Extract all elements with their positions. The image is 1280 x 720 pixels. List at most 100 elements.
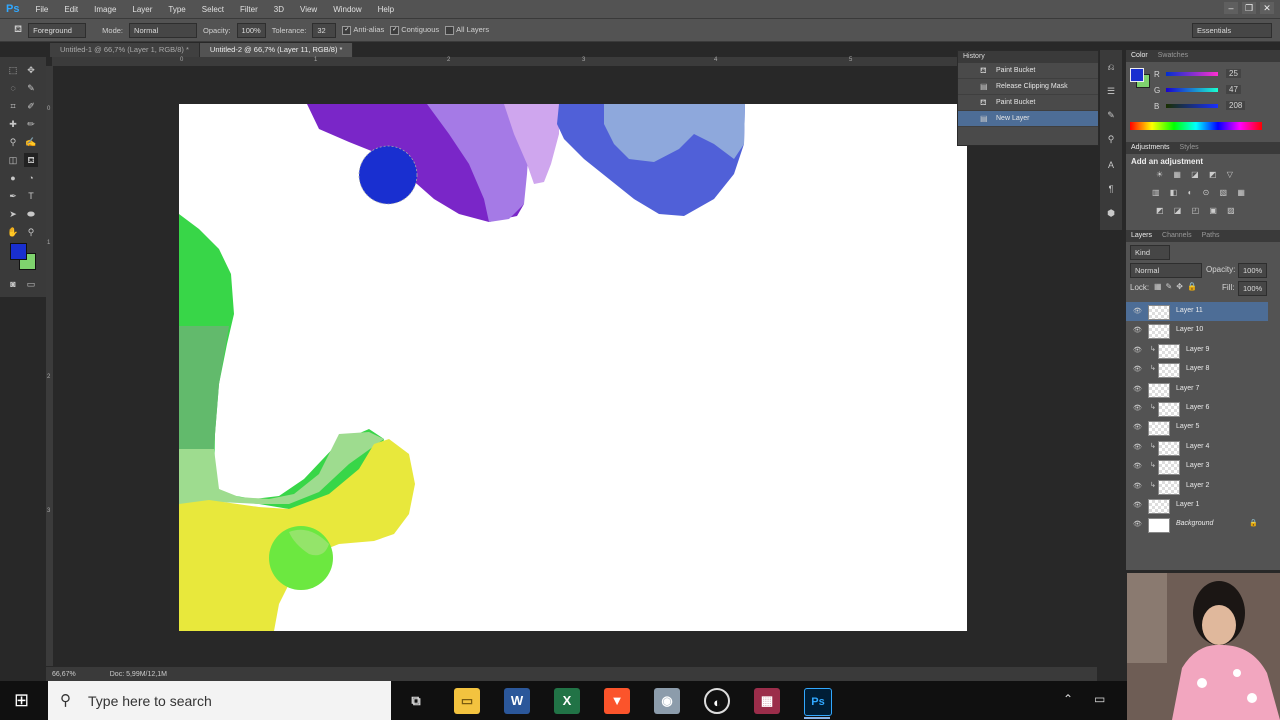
lasso-tool-icon[interactable]: ◌ xyxy=(6,81,20,95)
tab-swatches[interactable]: Swatches xyxy=(1158,50,1188,62)
b-value[interactable]: 208 xyxy=(1226,101,1246,110)
layer-name[interactable]: Layer 11 xyxy=(1176,307,1203,314)
photoshop-taskbar-icon[interactable]: Ps xyxy=(804,688,832,716)
tab-channels[interactable]: Channels xyxy=(1162,230,1192,242)
file-explorer-icon[interactable]: ▭ xyxy=(454,688,480,714)
adjustment-icons-row-2[interactable]: ▥ ◧ ◐ ⊙ ▧ ▦ xyxy=(1152,188,1262,198)
visibility-eye-icon[interactable]: 👁 xyxy=(1133,365,1142,373)
layer-name[interactable]: Layer 10 xyxy=(1176,326,1203,333)
history-item[interactable]: ▤ New Layer xyxy=(958,111,1098,127)
taskbar-search[interactable]: ⚲ Type here to search xyxy=(48,681,391,720)
layer-filter-kind[interactable]: Kind xyxy=(1130,245,1170,260)
layer-row[interactable]: 👁 Layer 5 xyxy=(1126,418,1268,437)
layer-name[interactable]: Layer 4 xyxy=(1186,443,1209,450)
visibility-eye-icon[interactable]: 👁 xyxy=(1133,501,1142,509)
quick-mask-icon[interactable]: ◙ xyxy=(6,277,20,291)
zoom-tool-icon[interactable]: ⚲ xyxy=(24,225,38,239)
crop-tool-icon[interactable]: ⌗ xyxy=(6,99,20,113)
history-item[interactable]: ▤ Release Clipping Mask xyxy=(958,79,1098,95)
history-icon[interactable]: ⎌ xyxy=(1104,60,1118,74)
menu-3d[interactable]: 3D xyxy=(266,5,292,14)
tab-paths[interactable]: Paths xyxy=(1202,230,1220,242)
eyedropper-tool-icon[interactable]: ✐ xyxy=(24,99,38,113)
visibility-eye-icon[interactable]: 👁 xyxy=(1133,385,1142,393)
menu-layer[interactable]: Layer xyxy=(124,5,160,14)
tab-untitled-2[interactable]: Untitled-2 @ 66,7% (Layer 11, RGB/8) * xyxy=(199,43,354,57)
layer-row[interactable]: 👁 ↳ Layer 2 xyxy=(1126,477,1268,496)
history-item[interactable]: ⛾ Paint Bucket xyxy=(958,95,1098,111)
layer-row[interactable]: 👁 ↳ Layer 9 xyxy=(1126,341,1268,360)
layer-row[interactable]: 👁 Layer 7 xyxy=(1126,380,1268,399)
layer-row[interactable]: 👁 Layer 11 xyxy=(1126,302,1268,321)
visibility-eye-icon[interactable]: 👁 xyxy=(1133,520,1142,528)
mode-dropdown[interactable]: Normal xyxy=(129,22,198,38)
menu-help[interactable]: Help xyxy=(370,5,402,14)
menu-window[interactable]: Window xyxy=(325,5,369,14)
properties-icon[interactable]: ☰ xyxy=(1104,84,1118,98)
windows-start-icon[interactable]: ⊞ xyxy=(14,689,36,711)
layer-row[interactable]: 👁 Layer 1 xyxy=(1126,496,1268,515)
shape-tool-icon[interactable]: ⬬ xyxy=(24,207,38,221)
clone-stamp-tool-icon[interactable]: ⚲ xyxy=(6,135,20,149)
app-icon[interactable]: ◉ xyxy=(654,688,680,714)
visibility-eye-icon[interactable]: 👁 xyxy=(1133,307,1142,315)
workspace-dropdown[interactable]: Essentials xyxy=(1192,22,1272,38)
3d-icon[interactable]: ⬢ xyxy=(1104,206,1118,220)
brave-icon[interactable]: ▼ xyxy=(604,688,630,714)
menu-view[interactable]: View xyxy=(292,5,325,14)
restore-icon[interactable]: ❐ xyxy=(1242,2,1256,14)
layer-name[interactable]: Layer 8 xyxy=(1186,365,1209,372)
menu-edit[interactable]: Edit xyxy=(56,5,86,14)
tab-styles[interactable]: Styles xyxy=(1180,142,1199,154)
quick-select-tool-icon[interactable]: ✎ xyxy=(24,81,38,95)
visibility-eye-icon[interactable]: 👁 xyxy=(1133,443,1142,451)
layer-name[interactable]: Layer 9 xyxy=(1186,346,1209,353)
blend-mode-dropdown[interactable]: Normal xyxy=(1130,263,1202,278)
visibility-eye-icon[interactable]: 👁 xyxy=(1133,346,1142,354)
screen-mode-icon[interactable]: ▭ xyxy=(24,277,38,291)
task-view-icon[interactable]: ⧉ xyxy=(403,688,429,714)
battery-icon[interactable]: ▭ xyxy=(1094,692,1105,706)
green-slider[interactable] xyxy=(1166,88,1218,92)
winrar-icon[interactable]: ▦ xyxy=(754,688,780,714)
type-tool-icon[interactable]: T xyxy=(24,189,38,203)
menu-select[interactable]: Select xyxy=(194,5,232,14)
history-brush-tool-icon[interactable]: ✍ xyxy=(24,135,38,149)
layer-name[interactable]: Layer 5 xyxy=(1176,423,1199,430)
paint-bucket-tool-icon[interactable]: ⛾ xyxy=(24,153,38,167)
foreground-color-swatch[interactable] xyxy=(10,243,27,260)
brush-preset-icon[interactable]: ✎ xyxy=(1104,108,1118,122)
layer-opacity-field[interactable]: 100% xyxy=(1238,263,1268,278)
healing-tool-icon[interactable]: ✚ xyxy=(6,117,20,131)
visibility-eye-icon[interactable]: 👁 xyxy=(1133,482,1142,490)
menu-type[interactable]: Type xyxy=(160,5,193,14)
word-icon[interactable]: W xyxy=(504,688,530,714)
r-value[interactable]: 25 xyxy=(1226,69,1241,78)
zoom-level[interactable]: 66,67% xyxy=(52,671,76,678)
character-icon[interactable]: A xyxy=(1104,158,1118,172)
fill-field[interactable]: 100% xyxy=(1238,281,1268,296)
layer-row[interactable]: 👁 ↳ Layer 3 xyxy=(1126,457,1268,476)
color-spectrum[interactable] xyxy=(1130,122,1262,130)
document-canvas[interactable] xyxy=(179,104,967,631)
eraser-tool-icon[interactable]: ◫ xyxy=(6,153,20,167)
layer-row[interactable]: 👁 ↳ Layer 8 xyxy=(1126,360,1268,379)
layer-name[interactable]: Background xyxy=(1176,520,1213,527)
excel-icon[interactable]: X xyxy=(554,688,580,714)
layer-row[interactable]: 👁 ↳ Layer 4 xyxy=(1126,438,1268,457)
close-icon[interactable]: ✕ xyxy=(1260,2,1274,14)
history-item[interactable]: ⛾ Paint Bucket xyxy=(958,63,1098,79)
menu-image[interactable]: Image xyxy=(86,5,124,14)
fill-source-dropdown[interactable]: Foreground xyxy=(28,22,87,38)
layer-row[interactable]: 👁 ↳ Layer 6 xyxy=(1126,399,1268,418)
paint-bucket-icon[interactable]: ⛾ xyxy=(14,24,22,37)
layer-name[interactable]: Layer 6 xyxy=(1186,404,1209,411)
dodge-tool-icon[interactable]: ◔ xyxy=(24,171,38,185)
move-tool-icon[interactable]: ✥ xyxy=(24,63,38,77)
contiguous-checkbox[interactable]: ✓ Contiguous xyxy=(390,25,439,35)
chevron-up-icon[interactable]: ⌃ xyxy=(1063,692,1073,706)
layer-name[interactable]: Layer 3 xyxy=(1186,462,1209,469)
all-layers-checkbox[interactable]: All Layers xyxy=(445,25,489,35)
foreground-color-swatch[interactable] xyxy=(1130,68,1144,82)
marquee-tool-icon[interactable]: ⬚ xyxy=(6,63,20,77)
